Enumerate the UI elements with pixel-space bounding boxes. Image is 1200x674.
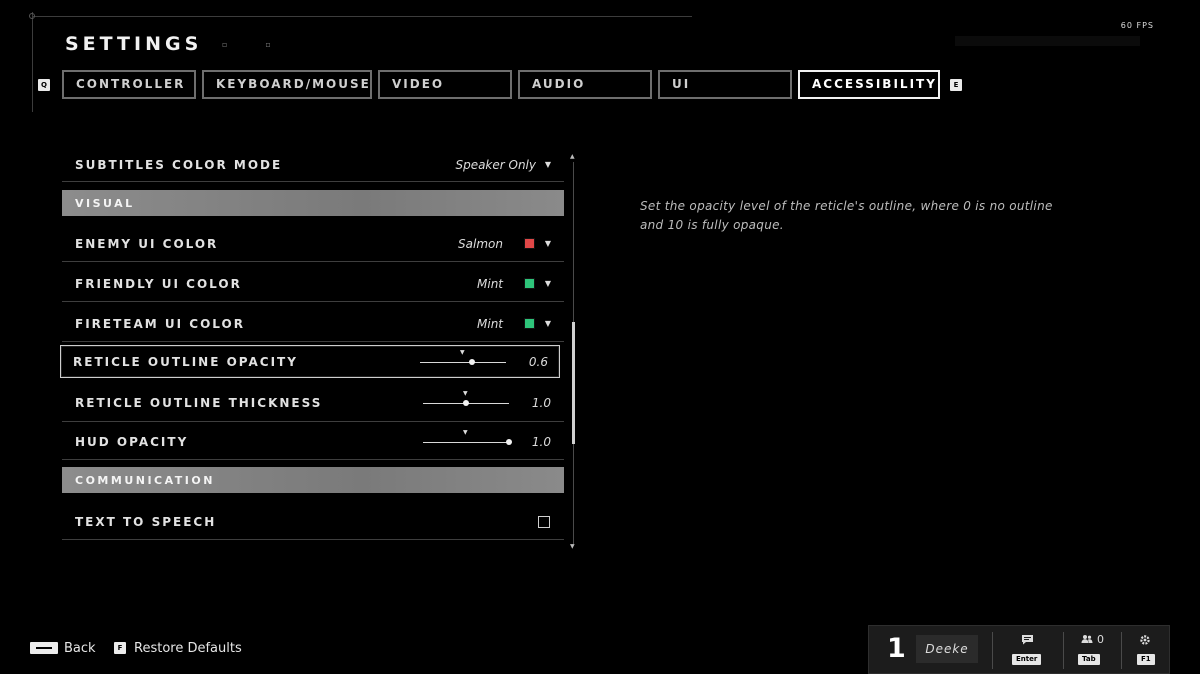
chevron-down-icon: ▼	[544, 319, 551, 328]
restore-defaults-button[interactable]: Restore Defaults	[134, 641, 242, 656]
tab-keyboard-mouse[interactable]: KEYBOARD/MOUSE	[202, 70, 372, 99]
setting-label: TEXT TO SPEECH	[75, 514, 217, 529]
section-header-communication: COMMUNICATION	[62, 467, 564, 493]
player-name-box[interactable]: Deeke	[916, 635, 978, 663]
slider-knob[interactable]	[506, 438, 512, 445]
scrollbar-thumb[interactable]	[572, 322, 575, 444]
opacity-slider[interactable]: ▼	[420, 346, 506, 377]
frame-line-horizontal	[32, 16, 692, 17]
settings-screen: 60 FPS SETTINGS ▫▫ Q CONTROLLER KEYBOARD…	[0, 0, 1200, 674]
hud-opacity-slider[interactable]: ▼	[423, 424, 512, 459]
text-to-speech-checkbox[interactable]	[538, 515, 550, 528]
tab-accessibility[interactable]: ACCESSIBILITY	[798, 70, 940, 99]
slider-knob[interactable]	[463, 399, 469, 406]
setting-label: FRIENDLY UI COLOR	[75, 276, 242, 291]
setting-enemy-ui-color[interactable]: ENEMY UI COLOR Salmon ▼	[62, 226, 564, 262]
tab-video[interactable]: VIDEO	[378, 70, 512, 99]
setting-hud-opacity[interactable]: HUD OPACITY ▼ 1.0	[62, 424, 564, 460]
tab-ui[interactable]: UI	[658, 70, 792, 99]
setting-description: Set the opacity level of the reticle's o…	[640, 199, 1053, 232]
restore-key-badge[interactable]: F	[114, 642, 126, 654]
setting-friendly-ui-color[interactable]: FRIENDLY UI COLOR Mint ▼	[62, 266, 564, 302]
tab-audio[interactable]: AUDIO	[518, 70, 652, 99]
tab-controller[interactable]: CONTROLLER	[62, 70, 196, 99]
slider-track	[420, 361, 506, 363]
fps-counter: 60 FPS	[1120, 21, 1154, 30]
slider-track	[423, 441, 509, 443]
divider	[992, 632, 993, 669]
setting-reticle-outline-opacity[interactable]: RETICLE OUTLINE OPACITY ▼ 0.6	[60, 345, 560, 378]
setting-label: ENEMY UI COLOR	[75, 236, 219, 251]
setting-value: 0.6	[528, 354, 548, 369]
default-marker-icon: ▼	[463, 428, 468, 436]
chat-icon[interactable]	[1021, 634, 1034, 648]
setting-value: Salmon	[458, 236, 503, 251]
setting-text-to-speech[interactable]: TEXT TO SPEECH	[62, 504, 564, 540]
scroll-up-arrow-icon[interactable]: ▲	[570, 153, 575, 160]
settings-key-badge[interactable]: F1	[1137, 654, 1155, 665]
thickness-slider[interactable]: ▼	[423, 384, 509, 421]
tab-next-key[interactable]: E	[950, 79, 962, 91]
scroll-down-arrow-icon[interactable]: ▼	[570, 543, 575, 550]
chat-icon-glyph	[1022, 635, 1033, 645]
page-title: SETTINGS	[65, 33, 203, 55]
tab-prev-key[interactable]: Q	[38, 79, 50, 91]
section-label: VISUAL	[75, 196, 135, 210]
default-marker-icon: ▼	[463, 389, 468, 397]
party-key-badge[interactable]: Tab	[1078, 654, 1100, 665]
setting-value: Speaker Only	[455, 157, 536, 172]
section-label: COMMUNICATION	[75, 473, 215, 487]
color-swatch	[524, 318, 535, 329]
setting-value: Mint	[477, 276, 503, 291]
color-swatch	[524, 278, 535, 289]
header-faded-area	[955, 36, 1140, 46]
party-icon-glyph	[1081, 635, 1093, 643]
player-panel: 1 Deeke Enter 0 Tab F1	[868, 625, 1170, 674]
back-key-icon[interactable]	[30, 642, 58, 654]
back-button[interactable]: Back	[64, 641, 96, 656]
setting-label: HUD OPACITY	[75, 434, 189, 449]
setting-label: RETICLE OUTLINE OPACITY	[73, 354, 298, 369]
title-decoration: ▫▫	[222, 40, 309, 49]
section-header-visual: VISUAL	[62, 190, 564, 216]
chat-key-badge[interactable]: Enter	[1012, 654, 1042, 665]
frame-corner-dot	[29, 13, 35, 19]
setting-value: Mint	[477, 316, 503, 331]
player-name: Deeke	[925, 642, 969, 656]
divider	[1063, 632, 1064, 669]
setting-value: 1.0	[531, 395, 551, 410]
setting-reticle-outline-thickness[interactable]: RETICLE OUTLINE THICKNESS ▼ 1.0	[62, 384, 564, 422]
chevron-down-icon: ▼	[544, 279, 551, 288]
default-marker-icon: ▼	[460, 348, 465, 356]
setting-subtitles-color-mode[interactable]: SUBTITLES COLOR MODE Speaker Only ▼	[62, 148, 564, 182]
setting-value: 1.0	[531, 434, 551, 449]
gear-icon[interactable]	[1139, 634, 1151, 649]
slider-knob[interactable]	[468, 358, 475, 365]
color-swatch	[524, 238, 535, 249]
chevron-down-icon: ▼	[544, 239, 551, 248]
setting-label: RETICLE OUTLINE THICKNESS	[75, 395, 323, 410]
party-icon[interactable]	[1081, 634, 1093, 647]
divider	[1121, 632, 1122, 669]
party-count: 0	[1097, 633, 1104, 646]
chevron-down-icon: ▼	[544, 160, 551, 169]
setting-fireteam-ui-color[interactable]: FIRETEAM UI COLOR Mint ▼	[62, 306, 564, 342]
setting-label: FIRETEAM UI COLOR	[75, 316, 245, 331]
setting-label: SUBTITLES COLOR MODE	[75, 157, 283, 172]
frame-line-vertical	[32, 12, 33, 112]
player-rank: 1	[887, 633, 906, 664]
gear-icon-glyph	[1140, 635, 1150, 645]
